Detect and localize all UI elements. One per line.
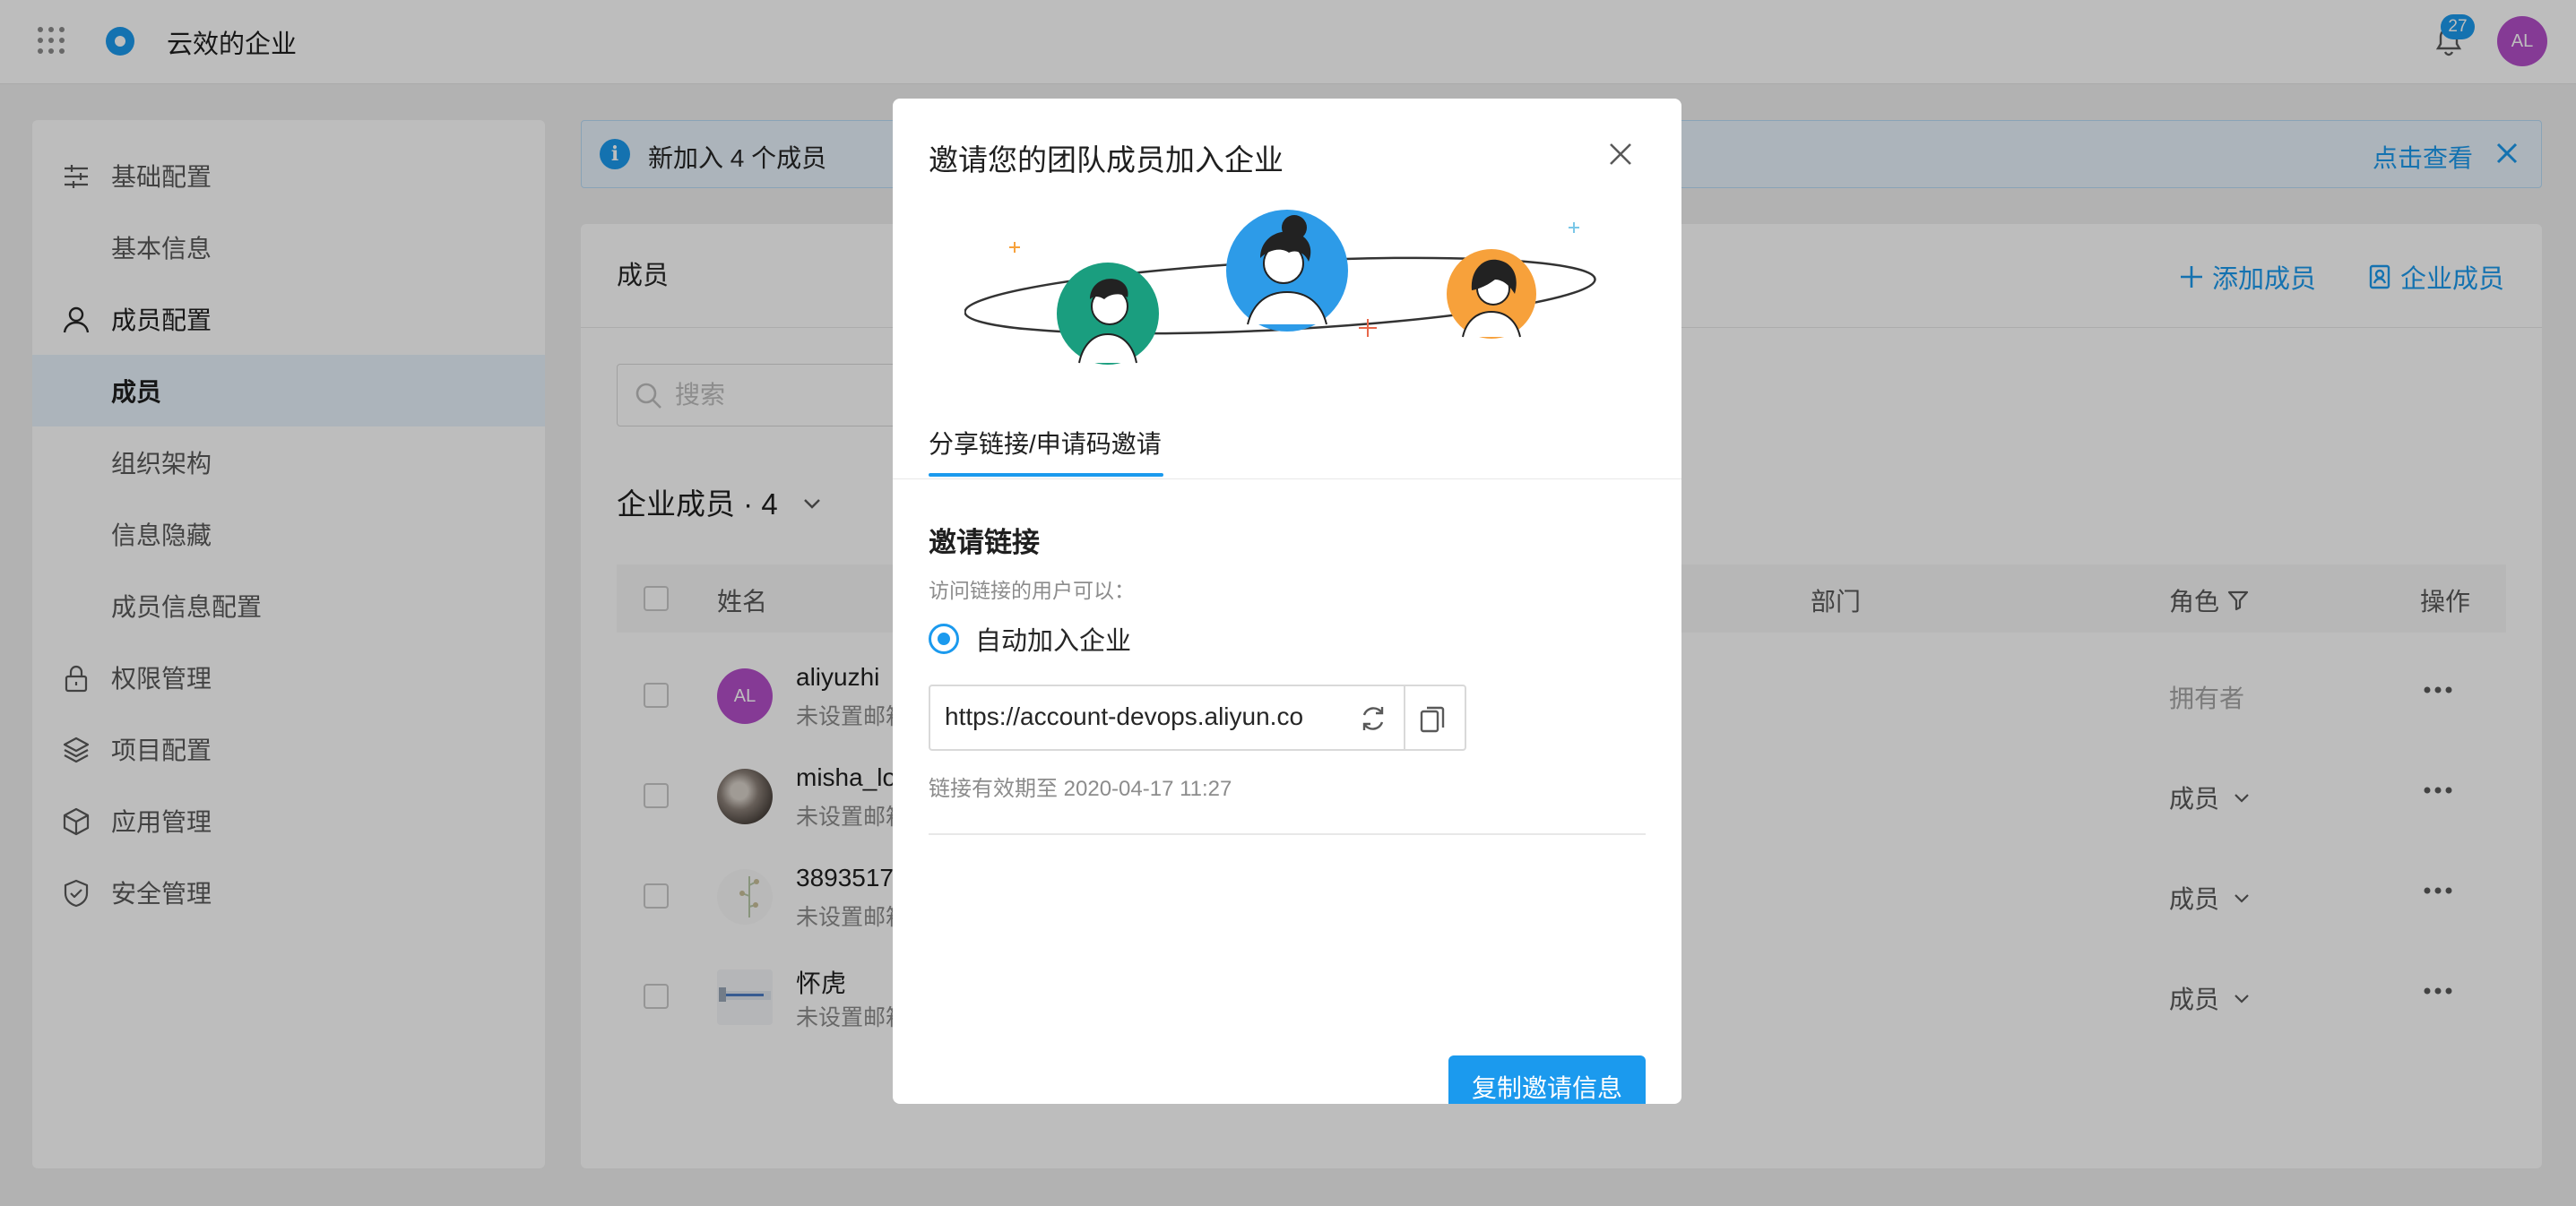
option-label: 自动加入企业 (975, 627, 1132, 656)
auto-join-option[interactable]: 自动加入企业 (929, 620, 1131, 658)
tab-share-link[interactable]: 分享链接/申请码邀请 (929, 425, 1162, 480)
link-expiry: 链接有效期至 2020-04-17 11:27 (929, 777, 1232, 801)
section-description: 访问链接的用户可以： (929, 579, 1135, 602)
modal-divider (929, 833, 1646, 835)
close-icon[interactable] (1604, 138, 1637, 170)
copy-invite-button[interactable]: 复制邀请信息 (1448, 1055, 1646, 1104)
invite-modal: 邀请您的团队成员加入企业 分享链接/申请码邀请 邀请链接 访问链接的用户可以： … (893, 99, 1681, 1104)
link-divider (1404, 686, 1405, 749)
active-tab-indicator (929, 473, 1163, 477)
section-title: 邀请链接 (929, 527, 1040, 558)
refresh-icon[interactable] (1357, 702, 1389, 735)
modal-title: 邀请您的团队成员加入企业 (929, 143, 1284, 177)
invite-link-field[interactable]: https://account-devops.aliyun.co (929, 685, 1466, 751)
invite-link-value[interactable]: https://account-devops.aliyun.co (945, 702, 1339, 731)
radio-selected[interactable] (929, 624, 959, 654)
tab-divider (893, 478, 1681, 479)
copy-icon[interactable] (1416, 702, 1448, 735)
